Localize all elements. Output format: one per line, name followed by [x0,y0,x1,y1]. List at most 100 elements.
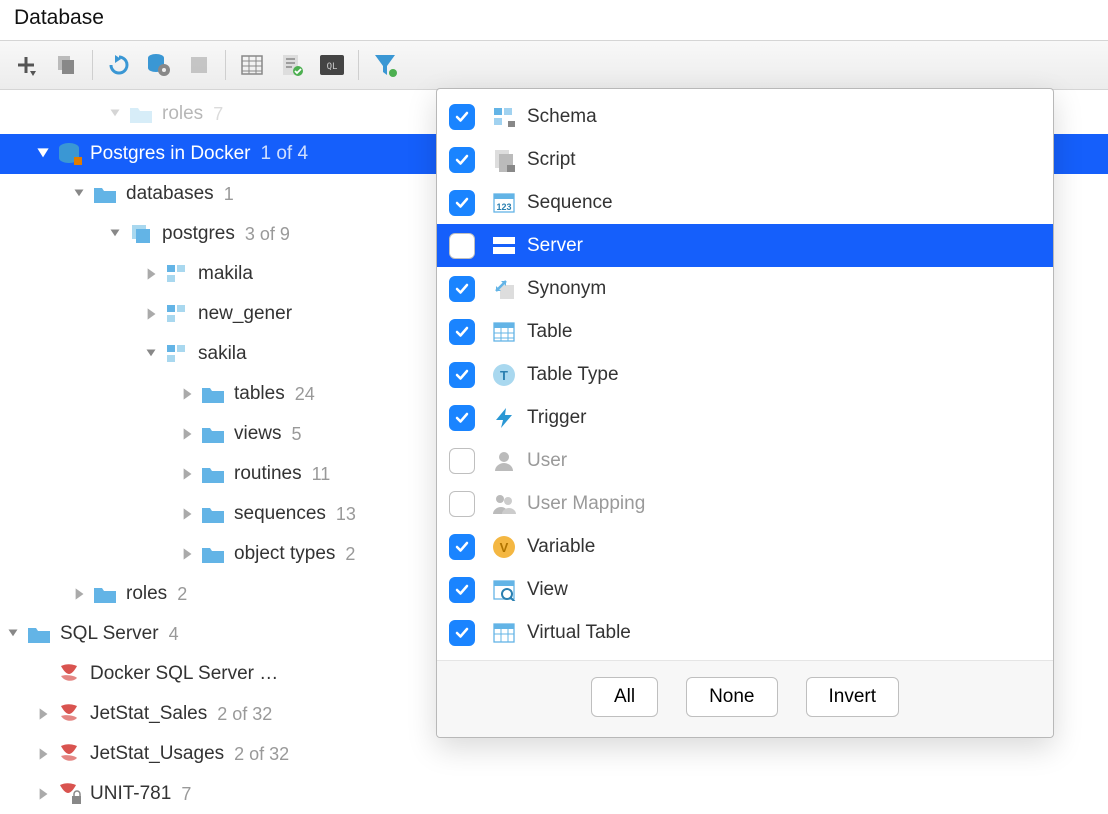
filter-item-sequence[interactable]: 123 Sequence [437,181,1053,224]
checkbox[interactable] [449,620,475,646]
filter-item-label: User [527,450,567,472]
trigger-icon [491,405,517,431]
collapse-arrow-icon[interactable] [34,745,52,763]
filter-item-label: Table [527,321,572,343]
toolbar-separator [358,50,359,80]
filter-item-table[interactable]: Table [437,310,1053,353]
filter-item-virtual-table[interactable]: Virtual Table [437,611,1053,654]
filter-item-label: Table Type [527,364,619,386]
filter-item-user-mapping[interactable]: User Mapping [437,482,1053,525]
filter-footer: All None Invert [437,660,1053,737]
tree-label: new_gener [198,303,292,325]
toolbar-separator [225,50,226,80]
tree-label: routines [234,463,302,485]
checkbox[interactable] [449,491,475,517]
folder-icon [200,541,226,567]
refresh-button[interactable] [99,45,139,85]
collapse-arrow-icon[interactable] [178,505,196,523]
checkbox[interactable] [449,233,475,259]
filter-item-script[interactable]: Script [437,138,1053,181]
schema-icon [164,301,190,327]
new-button[interactable] [6,45,46,85]
filter-item-user[interactable]: User [437,439,1053,482]
folder-icon [200,381,226,407]
copy-button[interactable] [46,45,86,85]
expand-arrow-icon[interactable] [106,225,124,243]
collapse-arrow-icon[interactable] [70,585,88,603]
tree-count: 2 [345,544,355,565]
collapse-arrow-icon[interactable] [178,465,196,483]
svg-text:123: 123 [496,202,511,212]
tree-node-jsusage[interactable]: JetStat_Usages 2 of 32 [0,734,1108,774]
tree-node-unit[interactable]: UNIT-781 7 [0,774,1108,814]
expand-arrow-icon[interactable] [142,345,160,363]
tree-count: 24 [295,384,315,405]
database-tree: roles 7 Postgres in Docker 1 of 4 databa… [0,90,1108,814]
collapse-arrow-icon[interactable] [142,265,160,283]
stop-button[interactable] [179,45,219,85]
collapse-arrow-icon[interactable] [34,705,52,723]
tree-count: 13 [336,504,356,525]
collapse-arrow-icon[interactable] [106,105,124,123]
checkbox[interactable] [449,319,475,345]
folder-icon [92,181,118,207]
collapse-arrow-icon[interactable] [178,545,196,563]
collapse-arrow-icon[interactable] [34,785,52,803]
tree-count: 1 [224,184,234,205]
console-button[interactable]: QL [312,45,352,85]
filter-button[interactable] [365,45,405,85]
checkbox[interactable] [449,362,475,388]
filter-item-label: User Mapping [527,493,645,515]
tree-label: roles [162,103,203,125]
tree-label: views [234,423,282,445]
datasource-properties-button[interactable] [139,45,179,85]
folder-icon [26,621,52,647]
script-icon [491,147,517,173]
expand-arrow-icon[interactable] [70,185,88,203]
filter-item-table-type[interactable]: TTable Type [437,353,1053,396]
filter-item-label: Script [527,149,576,171]
checkbox[interactable] [449,534,475,560]
filter-item-schema[interactable]: Schema [437,95,1053,138]
filter-item-trigger[interactable]: Trigger [437,396,1053,439]
none-button[interactable]: None [686,677,777,717]
tree-count: 5 [292,424,302,445]
checkbox[interactable] [449,276,475,302]
tree-count: 2 [177,584,187,605]
collapse-arrow-icon[interactable] [142,305,160,323]
filter-item-view[interactable]: View [437,568,1053,611]
folder-icon [92,581,118,607]
checkbox[interactable] [449,448,475,474]
schema-icon [491,104,517,130]
expand-arrow-icon[interactable] [4,625,22,643]
all-button[interactable]: All [591,677,658,717]
checkbox[interactable] [449,190,475,216]
filter-item-synonym[interactable]: Synonym [437,267,1053,310]
tree-label: sakila [198,343,247,365]
table-button[interactable] [232,45,272,85]
filter-item-label: Synonym [527,278,606,300]
tree-label: object types [234,543,335,565]
synonym-icon [491,276,517,302]
checkbox[interactable] [449,577,475,603]
filter-item-variable[interactable]: VVariable [437,525,1053,568]
checkbox[interactable] [449,405,475,431]
filter-item-label: Schema [527,106,597,128]
expand-arrow-icon[interactable] [34,145,52,163]
ddl-button[interactable] [272,45,312,85]
tree-label: UNIT-781 [90,783,171,805]
tree-count: 7 [213,104,223,125]
folder-icon [200,501,226,527]
tree-label: sequences [234,503,326,525]
collapse-arrow-icon[interactable] [178,385,196,403]
database-icon [128,221,154,247]
filter-item-server[interactable]: Server [437,224,1053,267]
toolbar-separator [92,50,93,80]
checkbox[interactable] [449,104,475,130]
tree-count: 3 of 9 [245,224,290,245]
tree-label: JetStat_Usages [90,743,224,765]
collapse-arrow-icon[interactable] [178,425,196,443]
invert-button[interactable]: Invert [806,677,900,717]
filter-item-label: Sequence [527,192,613,214]
checkbox[interactable] [449,147,475,173]
